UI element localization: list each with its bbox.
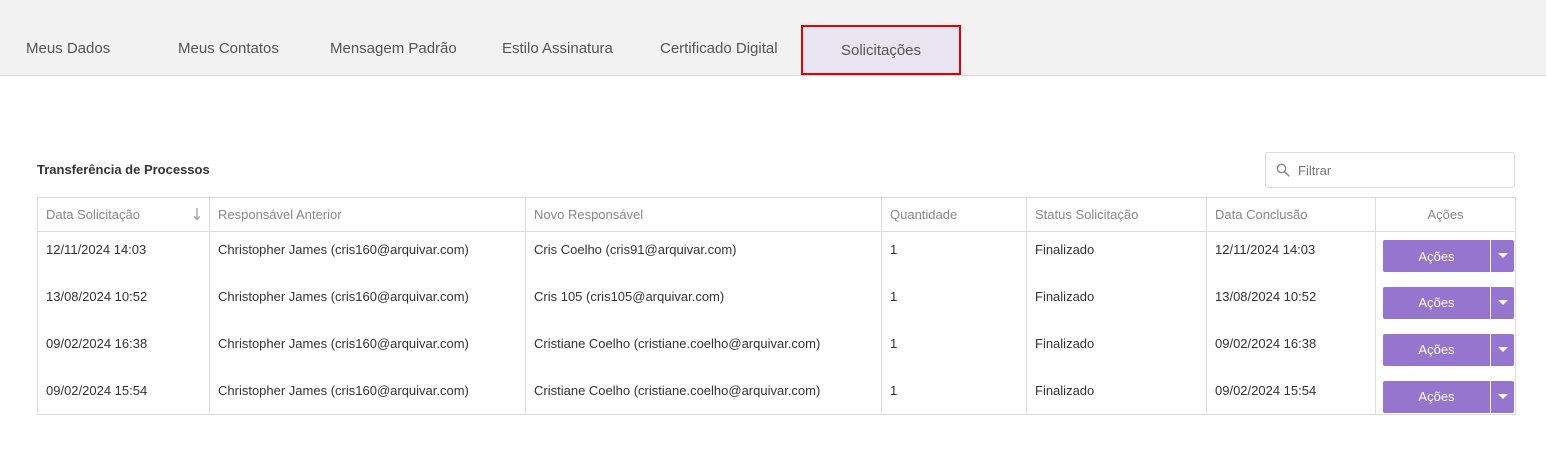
tab-bar: Meus Dados Meus Contatos Mensagem Padrão… bbox=[0, 0, 1546, 76]
acoes-button[interactable]: Ações bbox=[1383, 240, 1490, 272]
cell-status: Finalizado bbox=[1026, 325, 1207, 373]
acoes-split-button: Ações bbox=[1383, 240, 1514, 272]
cell-quantidade: 1 bbox=[881, 325, 1027, 373]
table-row: 09/02/2024 16:38 Christopher James (cris… bbox=[37, 325, 1516, 373]
cell-data-conclusao: 09/02/2024 15:54 bbox=[1206, 372, 1376, 415]
column-header-status-solicitacao[interactable]: Status Solicitação bbox=[1026, 197, 1207, 232]
column-header-novo-responsavel[interactable]: Novo Responsável bbox=[525, 197, 882, 232]
cell-novo-responsavel: Cris 105 (cris105@arquivar.com) bbox=[525, 278, 882, 326]
cell-novo-responsavel: Cristiane Coelho (cristiane.coelho@arqui… bbox=[525, 372, 882, 415]
table-row: 09/02/2024 15:54 Christopher James (cris… bbox=[37, 372, 1516, 415]
tab-meus-contatos[interactable]: Meus Contatos bbox=[178, 40, 279, 57]
cell-acoes: Ações bbox=[1375, 278, 1516, 326]
acoes-split-button: Ações bbox=[1383, 333, 1514, 366]
acoes-dropdown-button[interactable] bbox=[1491, 286, 1514, 319]
tab-mensagem-padrao[interactable]: Mensagem Padrão bbox=[330, 40, 457, 57]
acoes-dropdown-button[interactable] bbox=[1491, 333, 1514, 366]
cell-data-conclusao: 12/11/2024 14:03 bbox=[1206, 231, 1376, 279]
tab-certificado-digital[interactable]: Certificado Digital bbox=[660, 40, 778, 57]
cell-status: Finalizado bbox=[1026, 372, 1207, 415]
cell-acoes: Ações bbox=[1375, 372, 1516, 415]
cell-quantidade: 1 bbox=[881, 372, 1027, 415]
cell-data-solicitacao: 12/11/2024 14:03 bbox=[37, 231, 210, 279]
acoes-split-button: Ações bbox=[1383, 380, 1514, 413]
column-header-responsavel-anterior[interactable]: Responsável Anterior bbox=[209, 197, 526, 232]
cell-acoes: Ações bbox=[1375, 325, 1516, 373]
column-header-quantidade[interactable]: Quantidade bbox=[881, 197, 1027, 232]
acoes-split-button: Ações bbox=[1383, 286, 1514, 319]
requests-table: Data Solicitação Responsável Anterior No… bbox=[37, 197, 1516, 415]
cell-quantidade: 1 bbox=[881, 278, 1027, 326]
column-header-label: Data Solicitação bbox=[46, 207, 140, 222]
caret-down-icon bbox=[1497, 393, 1508, 399]
column-header-acoes: Ações bbox=[1375, 197, 1516, 232]
caret-down-icon bbox=[1497, 346, 1508, 352]
cell-data-conclusao: 09/02/2024 16:38 bbox=[1206, 325, 1376, 373]
cell-data-solicitacao: 09/02/2024 15:54 bbox=[37, 372, 210, 415]
acoes-dropdown-button[interactable] bbox=[1491, 240, 1514, 272]
cell-responsavel-anterior: Christopher James (cris160@arquivar.com) bbox=[209, 325, 526, 373]
tab-solicitacoes[interactable]: Solicitações bbox=[801, 25, 961, 75]
tab-meus-dados[interactable]: Meus Dados bbox=[26, 40, 110, 57]
acoes-button[interactable]: Ações bbox=[1383, 380, 1490, 413]
cell-status: Finalizado bbox=[1026, 231, 1207, 279]
table-row: 13/08/2024 10:52 Christopher James (cris… bbox=[37, 278, 1516, 326]
cell-data-conclusao: 13/08/2024 10:52 bbox=[1206, 278, 1376, 326]
cell-novo-responsavel: Cris Coelho (cris91@arquivar.com) bbox=[525, 231, 882, 279]
section-title: Transferência de Processos bbox=[37, 162, 210, 177]
search-icon bbox=[1276, 163, 1290, 177]
filter-input[interactable] bbox=[1296, 161, 1500, 179]
cell-quantidade: 1 bbox=[881, 231, 1027, 279]
acoes-button[interactable]: Ações bbox=[1383, 286, 1490, 319]
cell-novo-responsavel: Cristiane Coelho (cristiane.coelho@arqui… bbox=[525, 325, 882, 373]
cell-acoes: Ações bbox=[1375, 231, 1516, 279]
filter-box bbox=[1265, 152, 1515, 188]
cell-status: Finalizado bbox=[1026, 278, 1207, 326]
cell-data-solicitacao: 13/08/2024 10:52 bbox=[37, 278, 210, 326]
cell-responsavel-anterior: Christopher James (cris160@arquivar.com) bbox=[209, 372, 526, 415]
acoes-button[interactable]: Ações bbox=[1383, 333, 1490, 366]
caret-down-icon bbox=[1497, 299, 1508, 305]
arrow-down-icon[interactable] bbox=[193, 207, 201, 221]
acoes-dropdown-button[interactable] bbox=[1491, 380, 1514, 413]
tab-estilo-assinatura[interactable]: Estilo Assinatura bbox=[502, 40, 613, 57]
caret-down-icon bbox=[1497, 253, 1508, 258]
column-header-data-solicitacao[interactable]: Data Solicitação bbox=[37, 197, 210, 232]
cell-responsavel-anterior: Christopher James (cris160@arquivar.com) bbox=[209, 231, 526, 279]
column-header-data-conclusao[interactable]: Data Conclusão bbox=[1206, 197, 1376, 232]
table-row: 12/11/2024 14:03 Christopher James (cris… bbox=[37, 231, 1516, 279]
cell-responsavel-anterior: Christopher James (cris160@arquivar.com) bbox=[209, 278, 526, 326]
table-header-row: Data Solicitação Responsável Anterior No… bbox=[37, 197, 1516, 232]
cell-data-solicitacao: 09/02/2024 16:38 bbox=[37, 325, 210, 373]
